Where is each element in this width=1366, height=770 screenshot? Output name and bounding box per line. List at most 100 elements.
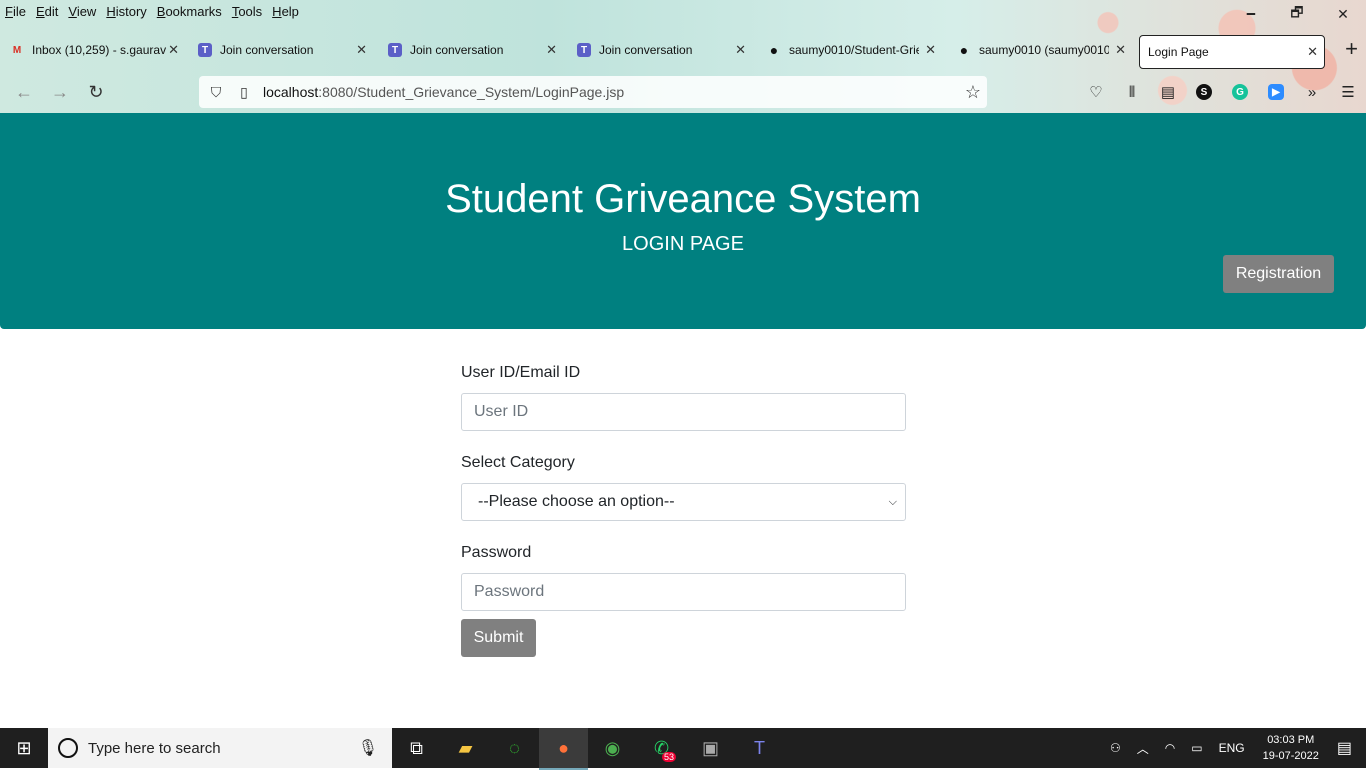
taskbar-apps: ⧉ ▰ ◌ ● ◉ ✆ 53 ▣ T [392,728,784,770]
zoom-icon[interactable]: ▶ [1268,84,1284,100]
restore-button[interactable]: 🗗 [1274,0,1320,28]
overflow-chevron-icon[interactable]: » [1294,76,1330,108]
login-form: User ID/Email ID User ID Select Category… [461,364,906,657]
people-icon[interactable]: ⚇ [1110,741,1121,755]
menu-help[interactable]: Help [267,4,304,19]
new-tab-button[interactable]: + [1345,36,1358,62]
file-explorer-icon[interactable]: ▰ [441,728,490,768]
grammarly-slot: G [1222,76,1258,108]
notifications-icon[interactable]: ▤ [1337,738,1352,758]
toolbar-icons: ♡ ⫴ ▤ S G ▶ » ☰ [1078,76,1366,108]
tab-github-repo[interactable]: ● saumy0010/Student-Grie ✕ [757,34,942,66]
password-input[interactable]: Password [461,573,906,611]
userid-input[interactable]: User ID [461,393,906,431]
teams-icon: T [577,43,591,57]
github-icon: ● [769,42,779,58]
userid-label: User ID/Email ID [461,364,581,381]
category-selected-value: --Please choose an option-- [478,493,675,510]
menu-view[interactable]: View [63,4,101,19]
back-button[interactable]: ← [6,76,42,108]
tab-strip: M Inbox (10,259) - s.gaurav ✕ T Join con… [0,34,1366,69]
ide-icon[interactable]: ▣ [686,728,735,768]
pocket-icon[interactable]: ♡ [1078,76,1114,108]
taskbar-search[interactable]: Type here to search 🎙 [48,728,392,768]
windows-start-icon[interactable]: ⊞ [0,728,48,768]
teams-icon: T [388,43,402,57]
chevron-up-icon[interactable]: ︿ [1137,740,1149,757]
menu-edit[interactable]: Edit [31,4,63,19]
chrome-icon[interactable]: ◉ [588,728,637,768]
tab-label: saumy0010/Student-Grie [789,43,919,57]
tab-github-profile[interactable]: ● saumy0010 (saumy0010 ✕ [947,34,1132,66]
menu-file[interactable]: File [0,4,31,19]
tab-label: Login Page [1148,45,1209,59]
teams-icon: T [198,43,212,57]
window-controls: 🗕 🗗 ✕ [1228,0,1366,28]
tab-label: Join conversation [220,43,314,57]
tab-close-icon[interactable]: ✕ [168,42,179,58]
page-subtitle: LOGIN PAGE [622,233,744,255]
tab-teams-2[interactable]: T Join conversation ✕ [378,34,563,66]
minimize-button[interactable]: 🗕 [1228,0,1274,28]
system-tray: ⚇ ︿ ◠ ▭ ENG 03:03 PM 19-07-2022 ▤ [1102,728,1366,768]
library-icon[interactable]: ⫴ [1114,76,1150,108]
grammarly-icon[interactable]: G [1232,84,1248,100]
url-path: :8080/Student_Grievance_System/LoginPage… [318,84,625,100]
page-icon: ▯ [240,83,248,100]
app-ring-icon[interactable]: ◌ [490,728,539,768]
tab-teams-1[interactable]: T Join conversation ✕ [188,34,373,66]
gmail-icon: M [12,44,22,56]
close-window-button[interactable]: ✕ [1320,0,1366,28]
tab-teams-3[interactable]: T Join conversation ✕ [567,34,752,66]
navigation-bar: ← → ↻ ⛉ ▯ localhost:8080/Student_Grievan… [0,72,1366,112]
submit-button[interactable]: Submit [461,619,536,657]
page-title: Student Griveance System [445,177,921,221]
forward-button[interactable]: → [42,76,78,108]
task-view-icon[interactable]: ⧉ [392,728,441,768]
shield-icon[interactable]: ⛉ [205,84,227,101]
bookmark-star-icon[interactable]: ☆ [965,82,981,103]
menu-history[interactable]: History [101,4,151,19]
registration-button[interactable]: Registration [1223,255,1334,293]
category-label: Select Category [461,454,575,471]
zoom-slot: ▶ [1258,76,1294,108]
tab-gmail[interactable]: M Inbox (10,259) - s.gaurav ✕ [0,34,185,66]
tab-login-page[interactable]: Login Page ✕ [1139,35,1325,69]
address-bar[interactable]: ⛉ ▯ localhost:8080/Student_Grievance_Sys… [199,76,987,108]
extension-s-slot: S [1186,76,1222,108]
firefox-icon[interactable]: ● [539,728,588,770]
teams-taskbar-icon[interactable]: T [735,728,784,768]
hamburger-menu-icon[interactable]: ☰ [1330,76,1366,108]
battery-icon[interactable]: ▭ [1191,741,1202,755]
language-indicator[interactable]: ENG [1219,741,1245,755]
tab-label: Inbox (10,259) - s.gaurav [32,43,167,57]
tab-close-icon[interactable]: ✕ [1115,42,1126,58]
tab-label: saumy0010 (saumy0010 [979,43,1109,57]
whatsapp-icon[interactable]: ✆ 53 [637,728,686,768]
search-circle-icon [58,738,78,758]
menu-bookmarks[interactable]: Bookmarks [152,4,227,19]
url-host: localhost [263,84,319,100]
wifi-icon[interactable]: ◠ [1165,741,1175,755]
sidebar-icon[interactable]: ▤ [1150,76,1186,108]
clock[interactable]: 03:03 PM 19-07-2022 [1263,732,1319,764]
reload-button[interactable]: ↻ [78,76,114,108]
tab-close-icon[interactable]: ✕ [1307,44,1318,60]
taskbar: ⊞ Type here to search 🎙 ⧉ ▰ ◌ ● ◉ ✆ 53 ▣ … [0,728,1366,770]
tab-close-icon[interactable]: ✕ [546,42,557,58]
chevron-down-icon: ⌵ [888,495,897,508]
clock-time: 03:03 PM [1267,734,1315,746]
tab-close-icon[interactable]: ✕ [356,42,367,58]
category-select[interactable]: --Please choose an option-- ⌵ [461,483,906,521]
tab-close-icon[interactable]: ✕ [925,42,936,58]
menu-tools[interactable]: Tools [227,4,267,19]
search-placeholder: Type here to search [88,739,221,757]
microphone-icon[interactable]: 🎙 [358,738,378,758]
page-header: Student Griveance System LOGIN PAGE Regi… [0,113,1366,329]
extension-s-icon[interactable]: S [1196,84,1212,100]
password-label: Password [461,544,532,561]
github-icon: ● [959,42,969,58]
tab-close-icon[interactable]: ✕ [735,42,746,58]
tab-label: Join conversation [410,43,504,57]
menu-bar: File Edit View History Bookmarks Tools H… [0,0,304,22]
